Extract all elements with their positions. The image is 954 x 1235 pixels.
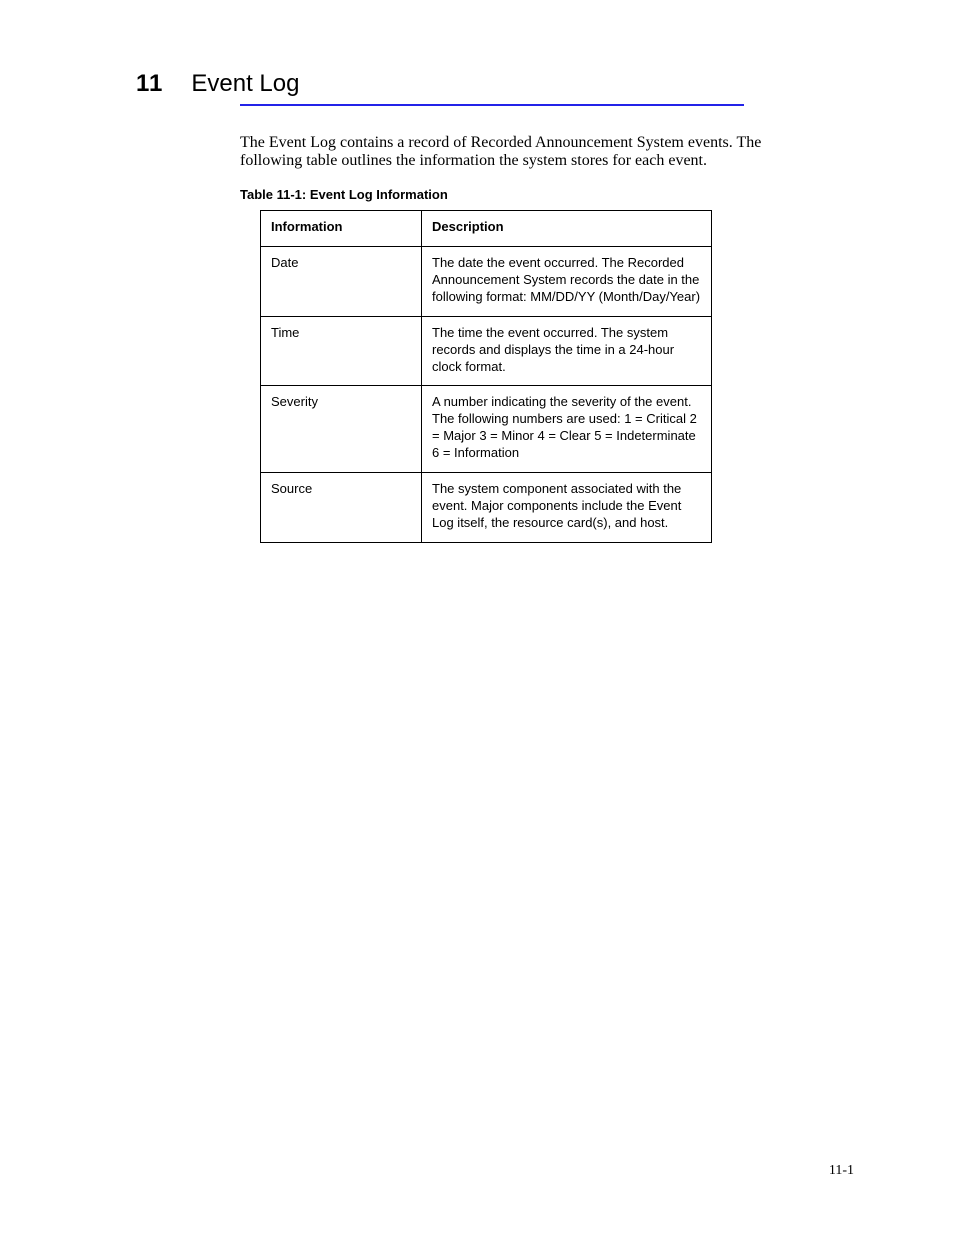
- table-cell: Date: [261, 247, 422, 317]
- intro-paragraph: The Event Log contains a record of Recor…: [240, 134, 780, 169]
- table-cell: The time the event occurred. The system …: [422, 316, 712, 386]
- table-header-cell: Description: [422, 211, 712, 247]
- event-log-info-table: Information Description Date The date th…: [260, 210, 712, 542]
- table-header-cell: Information: [261, 211, 422, 247]
- page-number: 11-1: [829, 1163, 854, 1179]
- table-cell: The date the event occurred. The Recorde…: [422, 247, 712, 317]
- table-row: Source The system component associated w…: [261, 472, 712, 542]
- chapter-number: 11: [136, 70, 163, 98]
- table-title: Table 11-1: Event Log Information: [240, 187, 854, 202]
- header-rule: [240, 104, 744, 106]
- table-cell: The system component associated with the…: [422, 472, 712, 542]
- table-row: Severity A number indicating the severit…: [261, 386, 712, 473]
- table-cell: Severity: [261, 386, 422, 473]
- table-row: Time The time the event occurred. The sy…: [261, 316, 712, 386]
- page: 11 Event Log The Event Log contains a re…: [0, 0, 954, 1235]
- table-header-row: Information Description: [261, 211, 712, 247]
- chapter-title: Event Log: [191, 70, 299, 98]
- table-cell: A number indicating the severity of the …: [422, 386, 712, 473]
- table-row: Date The date the event occurred. The Re…: [261, 247, 712, 317]
- table-cell: Source: [261, 472, 422, 542]
- chapter-header: 11 Event Log: [120, 70, 854, 98]
- table-cell: Time: [261, 316, 422, 386]
